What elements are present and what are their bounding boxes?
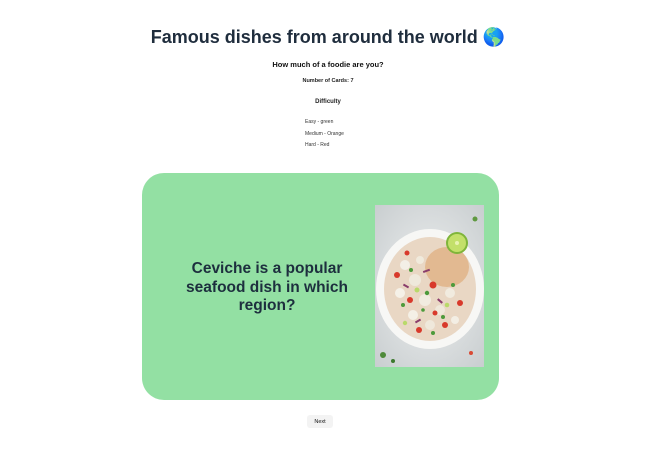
flashcard[interactable]: Ceviche is a popular seafood dish in whi…: [142, 173, 499, 400]
difficulty-legend: Easy - green Medium - Orange Hard - Red: [305, 117, 344, 152]
difficulty-heading: Difficulty: [315, 99, 341, 105]
legend-item-easy: Easy - green: [305, 119, 334, 125]
page-subtitle: How much of a foodie are you?: [272, 60, 384, 69]
card-count: Number of Cards: 7: [302, 78, 354, 84]
legend-item-medium: Medium - Orange: [305, 130, 344, 137]
ceviche-image: [375, 205, 484, 367]
page-title: Famous dishes from around the world 🌎: [150, 27, 506, 47]
next-button[interactable]: Next: [307, 415, 333, 428]
legend-item-hard: Hard - Red: [305, 142, 330, 148]
card-question: Ceviche is a popular seafood dish in whi…: [186, 260, 348, 314]
